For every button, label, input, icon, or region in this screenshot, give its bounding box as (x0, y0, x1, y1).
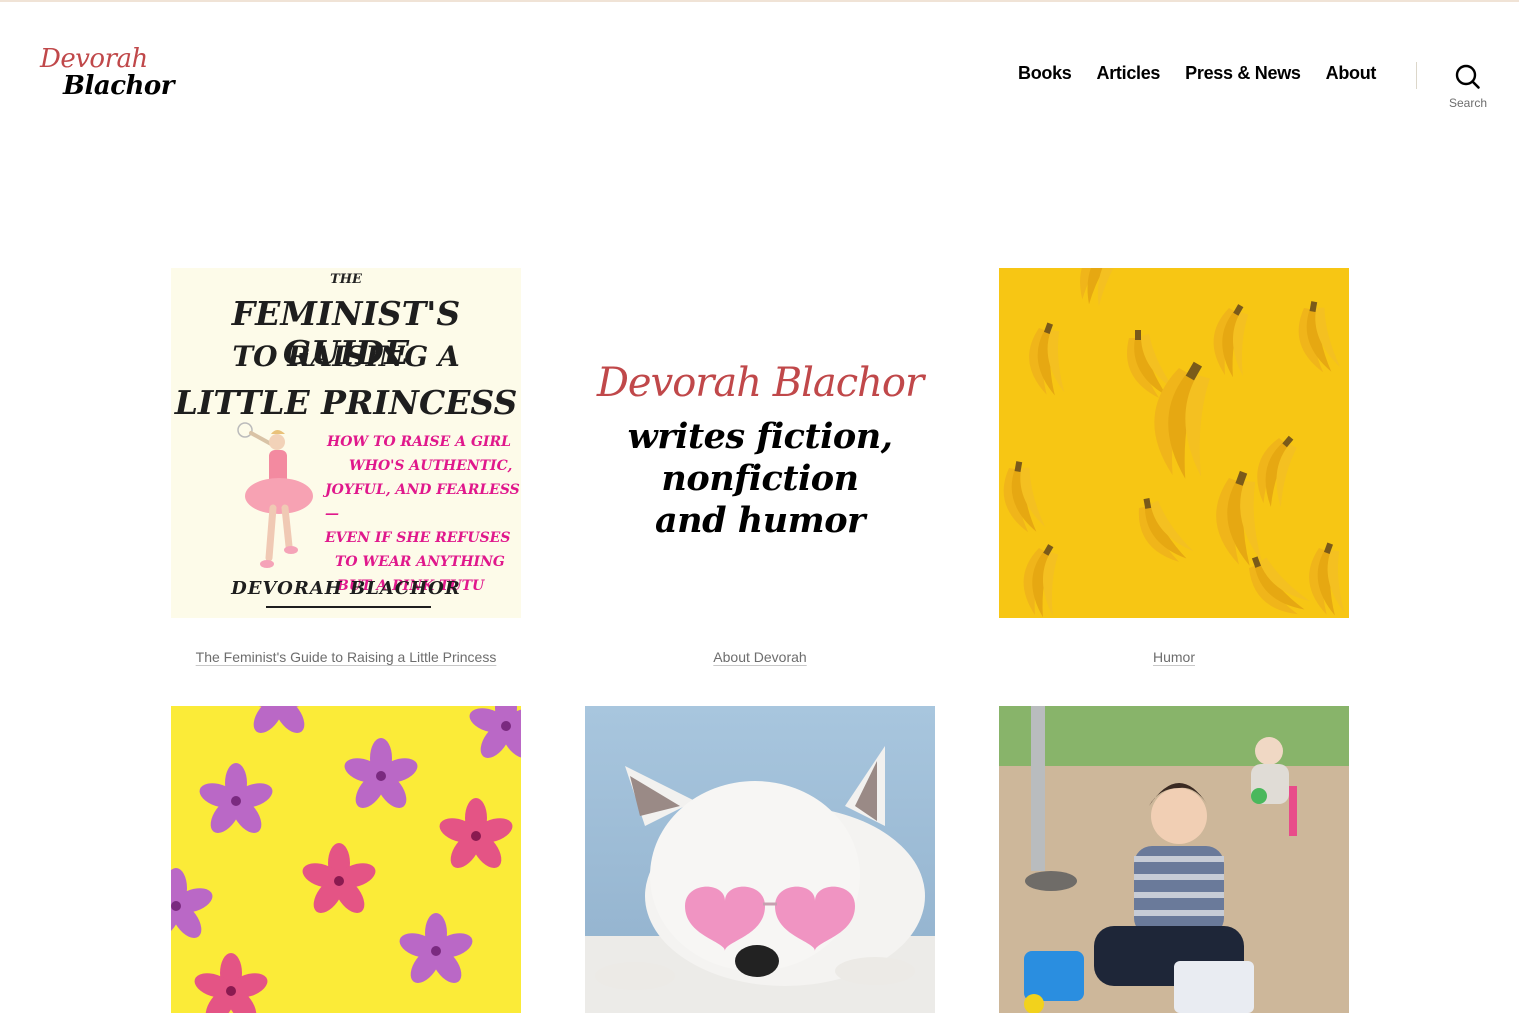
cover-subtitle-line: HOW TO RAISE A GIRL (327, 434, 511, 450)
about-tagline-line: writes fiction, (627, 416, 893, 457)
nav-item-books[interactable]: Books (1018, 63, 1072, 84)
about-tagline-line: and humor (655, 500, 866, 541)
nav-item-articles[interactable]: Articles (1097, 63, 1161, 84)
humor-bananas-tile[interactable] (999, 268, 1349, 618)
top-border (0, 0, 1519, 2)
cover-subtitle-line: JOYFUL, AND FEARLESS— (325, 482, 520, 522)
caption-humor[interactable]: Humor (967, 649, 1381, 665)
book-cover-tile[interactable]: THE FEMINIST'S GUIDE TO RAISING A LITTLE… (171, 268, 521, 618)
dog-with-heart-glasses-tile[interactable] (585, 706, 935, 1013)
dog-image (585, 746, 935, 1013)
about-tagline-line: nonfiction (661, 458, 859, 499)
search-label: Search (1448, 96, 1488, 110)
search-icon (1455, 64, 1480, 89)
logo-last-name: Blachor (63, 71, 174, 101)
primary-nav: Books Articles Press & News About (1018, 63, 1376, 84)
caption-about[interactable]: About Devorah (553, 649, 967, 665)
nav-item-press-news[interactable]: Press & News (1185, 63, 1301, 84)
nav-divider (1416, 62, 1417, 89)
site-logo[interactable]: Devorah Blachor (40, 44, 174, 104)
cover-author-underline (266, 606, 431, 608)
nav-item-about[interactable]: About (1326, 63, 1377, 84)
about-tagline: writes fiction, nonfiction and humor (585, 416, 935, 542)
cover-the: THE (330, 272, 362, 287)
kids-photo (999, 706, 1349, 1013)
cover-title-line-3: LITTLE PRINCESS (174, 383, 518, 422)
about-headline: Devorah Blachor (596, 360, 924, 406)
cover-subtitle-line: EVEN IF SHE REFUSES (325, 530, 511, 546)
caption-book[interactable]: The Feminist's Guide to Raising a Little… (139, 649, 553, 665)
search-toggle-button[interactable]: Search (1442, 62, 1494, 112)
bananas-image (999, 268, 1349, 618)
cover-subtitle-line: TO WEAR ANYTHING (335, 554, 505, 570)
cover-author: DEVORAH BLACHOR (231, 578, 461, 599)
about-tile[interactable]: Devorah Blachor writes fiction, nonficti… (585, 268, 935, 618)
cover-title-line-2: TO RAISING A (232, 340, 460, 373)
logo-first-name: Devorah (40, 44, 148, 74)
cover-subtitle-line: WHO'S AUTHENTIC, (349, 458, 513, 474)
flowers-image (171, 706, 521, 1013)
kids-in-sandbox-tile[interactable] (999, 706, 1349, 1013)
flowers-tile[interactable] (171, 706, 521, 1013)
cover-subtitle: HOW TO RAISE A GIRL WHO'S AUTHENTIC, JOY… (321, 430, 521, 598)
